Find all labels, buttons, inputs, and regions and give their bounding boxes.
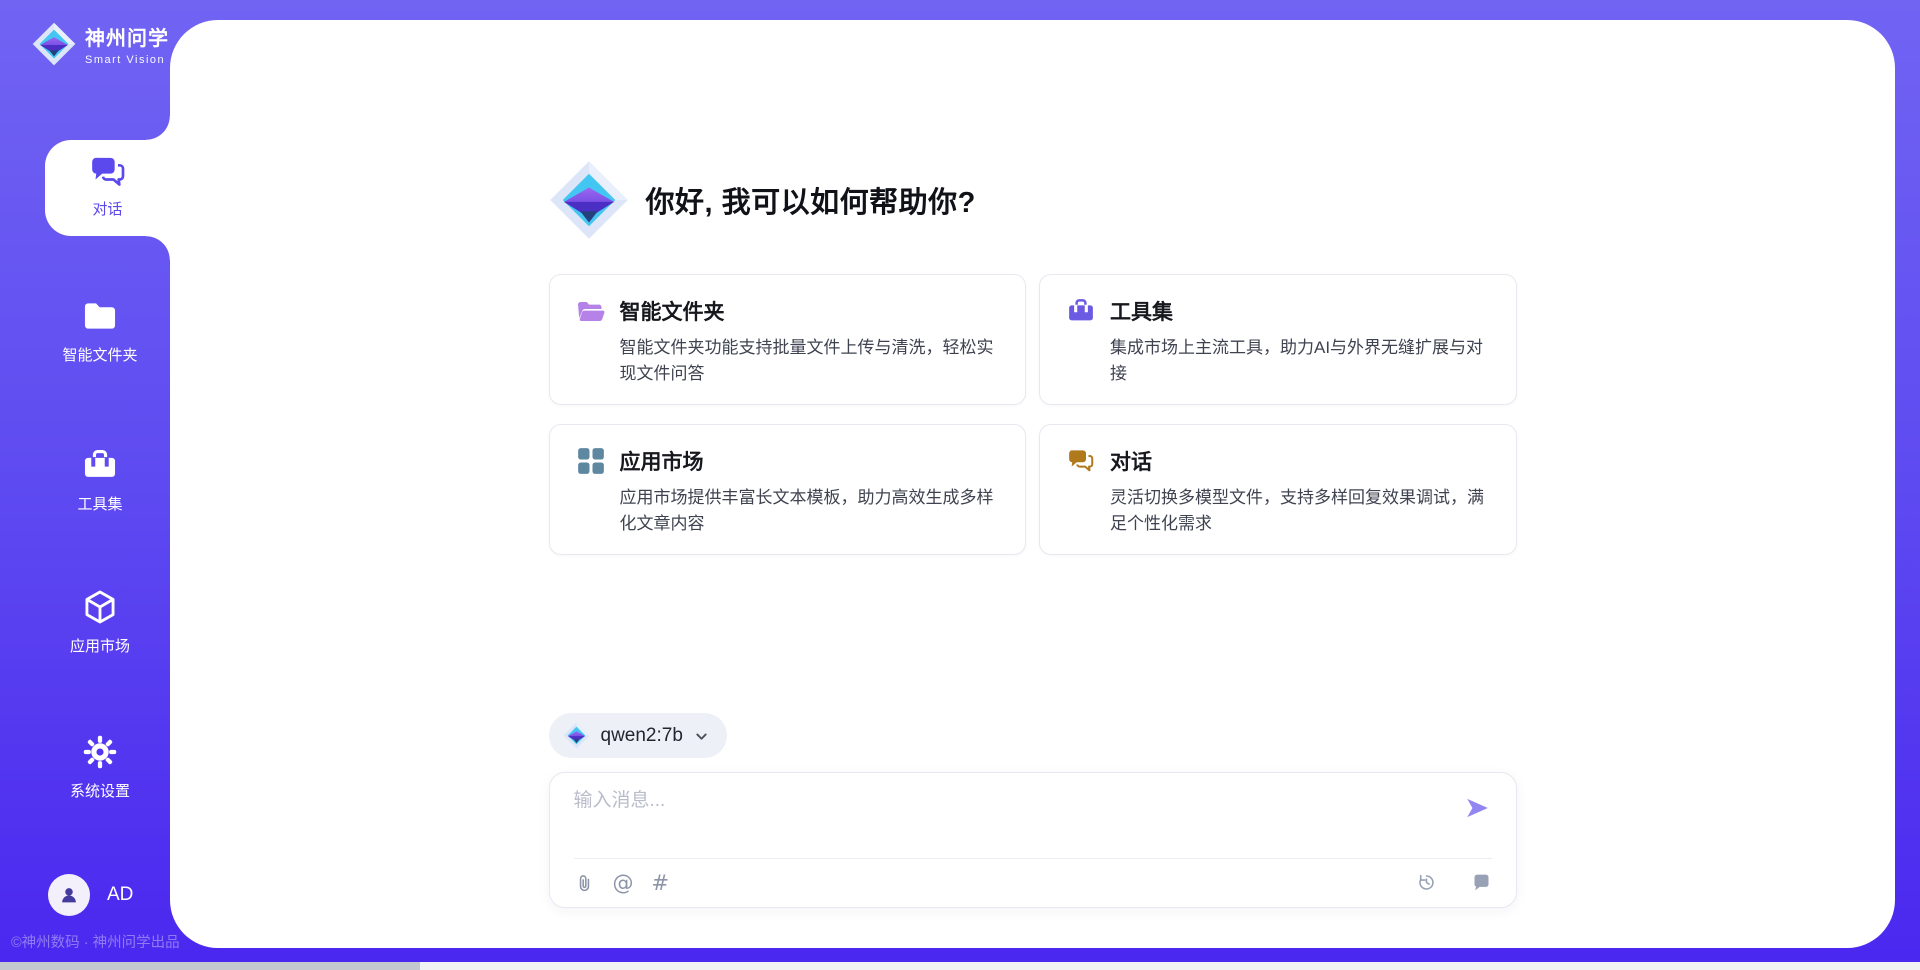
user-account[interactable]: AD [48, 874, 133, 916]
card-description: 灵活切换多模型文件，支持多样回复效果调试，满足个性化需求 [1110, 485, 1490, 536]
grid-icon [576, 446, 606, 476]
card-smart-folder[interactable]: 智能文件夹 智能文件夹功能支持批量文件上传与清洗，轻松实现文件问答 [549, 274, 1027, 405]
card-toolset[interactable]: 工具集 集成市场上主流工具，助力AI与外界无缝扩展与对接 [1039, 274, 1517, 405]
card-title: 对话 [1110, 446, 1152, 476]
folder-open-icon [576, 296, 606, 326]
feature-cards: 智能文件夹 智能文件夹功能支持批量文件上传与清洗，轻松实现文件问答 工具集 集成… [549, 274, 1517, 555]
greeting-title: 你好, 我可以如何帮助你? [646, 179, 976, 221]
mention-button[interactable]: @ [613, 873, 634, 893]
composer-divider [574, 858, 1492, 859]
brand-logo-icon [32, 22, 76, 66]
main-panel: 你好, 我可以如何帮助你? 智能文件夹 智能文件夹功能支持批量文件上传与清洗，轻… [170, 20, 1895, 948]
card-title: 智能文件夹 [620, 296, 725, 326]
model-name: qwen2:7b [601, 725, 683, 747]
welcome-block: 你好, 我可以如何帮助你? [549, 160, 1517, 240]
sidebar-item-toolset[interactable]: 工具集 [30, 446, 170, 514]
folder-icon [81, 297, 119, 335]
user-name: AD [107, 884, 133, 906]
brand-subtitle: Smart Vision [85, 54, 169, 66]
message-composer: @ # [549, 772, 1517, 908]
sidebar-item-smart-folder[interactable]: 智能文件夹 [30, 297, 170, 365]
active-tab-top-fillet [146, 116, 170, 140]
sidebar-item-label: 系统设置 [30, 780, 170, 801]
feedback-button[interactable] [1471, 872, 1492, 893]
avatar [48, 874, 90, 916]
send-icon [1464, 795, 1490, 821]
sidebar: 神州问学 Smart Vision 对话 智能文件夹 工具集 应用市场 系统设置… [0, 0, 170, 970]
model-selector[interactable]: qwen2:7b [549, 713, 727, 758]
card-chat[interactable]: 对话 灵活切换多模型文件，支持多样回复效果调试，满足个性化需求 [1039, 424, 1517, 555]
card-description: 智能文件夹功能支持批量文件上传与清洗，轻松实现文件问答 [620, 335, 1000, 386]
sidebar-item-label: 应用市场 [30, 635, 170, 656]
toolbox-icon [1066, 296, 1096, 326]
person-icon [58, 884, 80, 906]
hashtag-icon: # [652, 873, 670, 893]
sidebar-item-label: 对话 [45, 198, 170, 219]
card-app-market[interactable]: 应用市场 应用市场提供丰富长文本模板，助力高效生成多样化文章内容 [549, 424, 1027, 555]
history-clock-icon [1416, 872, 1437, 893]
attach-file-button[interactable] [574, 872, 595, 893]
card-title: 应用市场 [620, 446, 704, 476]
composer-area: qwen2:7b @ [549, 713, 1517, 908]
cube-icon [81, 588, 119, 626]
message-input[interactable] [574, 790, 1464, 812]
sidebar-item-label: 智能文件夹 [30, 344, 170, 365]
card-description: 集成市场上主流工具，助力AI与外界无缝扩展与对接 [1110, 335, 1490, 386]
active-tab-bottom-fillet [146, 236, 170, 260]
app-brand: 神州问学 Smart Vision [32, 22, 169, 66]
horizontal-scrollbar-thumb[interactable] [0, 962, 420, 970]
welcome-logo-icon [549, 160, 629, 240]
chevron-down-icon [694, 729, 709, 744]
card-description: 应用市场提供丰富长文本模板，助力高效生成多样化文章内容 [620, 485, 1000, 536]
sidebar-item-chat[interactable]: 对话 [45, 140, 170, 236]
brand-name: 神州问学 [85, 22, 169, 51]
horizontal-scrollbar[interactable] [0, 962, 1920, 970]
model-logo-icon [563, 722, 590, 749]
sidebar-item-label: 工具集 [30, 493, 170, 514]
hashtag-button[interactable]: # [652, 873, 670, 893]
paperclip-icon [574, 872, 595, 893]
sidebar-footer-text: ©神州数码 · 神州问学出品 [11, 931, 186, 952]
card-title: 工具集 [1110, 296, 1173, 326]
history-button[interactable] [1416, 872, 1437, 893]
sidebar-item-app-market[interactable]: 应用市场 [30, 588, 170, 656]
at-sign-icon: @ [613, 873, 634, 893]
speech-bubble-icon [1471, 872, 1492, 893]
send-button[interactable] [1464, 794, 1492, 822]
chat-icon [1066, 446, 1096, 476]
sidebar-item-system-settings[interactable]: 系统设置 [30, 733, 170, 801]
toolbox-icon [81, 446, 119, 484]
chat-icon [88, 152, 128, 192]
gear-icon [81, 733, 119, 771]
